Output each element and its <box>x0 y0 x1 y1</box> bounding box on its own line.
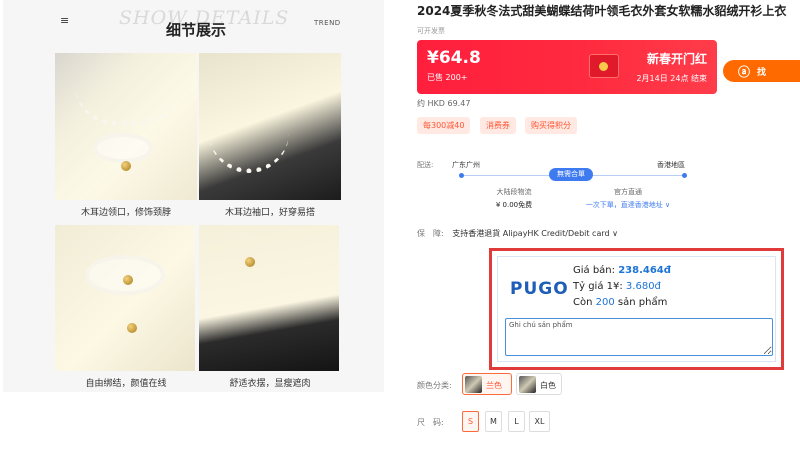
color-thumbnail <box>519 376 536 393</box>
mainland-logistics-fee: ¥ 0.00免费 <box>495 201 533 209</box>
taobao-icon: ⓐ <box>738 65 751 79</box>
ruffle-collar <box>75 85 179 125</box>
ship-from: 广东广州 <box>452 161 480 169</box>
mainland-logistics: 大陆段物流 ¥ 0.00免费 <box>462 187 566 210</box>
button-decoration <box>123 275 133 285</box>
color-option-white[interactable]: 白色 <box>516 373 562 395</box>
coupon-discount[interactable]: 每300减40 <box>417 117 471 134</box>
hem-detail-photo <box>199 225 339 371</box>
no-merge-badge: 無需合單 <box>549 168 593 181</box>
caption-hem: 舒适衣摆，显瘦遮肉 <box>229 379 311 389</box>
route-start-dot <box>459 173 464 178</box>
size-option-l[interactable]: L <box>508 411 525 432</box>
pugo-stock-row: Còn 200 sản phẩm <box>573 297 667 308</box>
size-label: 尺 码: <box>417 418 444 427</box>
mainland-logistics-title: 大陆段物流 <box>496 188 532 196</box>
menu-icon: ≡ <box>60 14 70 27</box>
bow-decoration <box>93 133 153 163</box>
pugo-widget-highlight: PUGO Giá bán: 238.464đ Tỷ giá 1¥: 3.680đ… <box>489 248 784 370</box>
trend-label: TREND <box>314 19 341 27</box>
shipping-label: 配送: <box>417 161 434 169</box>
color-thumbnail <box>465 376 482 393</box>
red-envelope-icon <box>589 54 619 78</box>
hkd-price: 约 HKD 69.47 <box>417 99 471 108</box>
color-option-blue[interactable]: 兰色 <box>462 373 512 395</box>
pugo-stock-value: 200 <box>595 297 615 308</box>
official-direct-title: 官方直通 <box>614 188 642 196</box>
button-decoration <box>121 161 131 171</box>
guarantee-row[interactable]: 保 障: 支持香港退貨 AlipayHK Credit/Debit card ∨ <box>417 228 618 239</box>
guarantee-label: 保 障: <box>417 229 444 238</box>
ship-to: 香港地區 <box>657 161 685 169</box>
size-option-s[interactable]: S <box>462 411 479 432</box>
find-similar-button[interactable]: ⓐ 找 <box>723 60 800 82</box>
caption-cuff: 木耳边袖口，好穿易搭 <box>224 208 315 218</box>
pugo-stock-prefix: Còn <box>573 297 593 308</box>
pugo-rate-label: Tỷ giá 1¥: <box>573 281 623 292</box>
detail-showcase: ≡ SHOW DETAILS 细节展示 TREND 木耳边领口，修饰颈脖 木耳边… <box>3 0 384 392</box>
route-end-dot <box>682 173 687 178</box>
price-banner: ¥64.8 已售 200+ 新春开门红 2月14日 24点 结束 <box>417 40 717 94</box>
price-value: ¥64.8 <box>427 48 481 68</box>
guarantee-text[interactable]: 支持香港退貨 AlipayHK Credit/Debit card ∨ <box>452 229 618 238</box>
pugo-widget: PUGO Giá bán: 238.464đ Tỷ giá 1¥: 3.680đ… <box>497 256 776 362</box>
pugo-stock-suffix: sản phẩm <box>617 297 668 308</box>
official-direct-link[interactable]: 一次下單，直達香港地址 ∨ <box>576 200 680 210</box>
caption-bow: 自由绑结，颜值在线 <box>85 379 167 389</box>
pugo-price-label: Giá bán: <box>573 265 616 276</box>
ruffle-cuff <box>209 133 289 173</box>
color-name: 兰色 <box>486 381 502 390</box>
size-option-xl[interactable]: XL <box>529 411 550 432</box>
official-direct[interactable]: 官方直通 一次下單，直達香港地址 ∨ <box>576 187 680 210</box>
pugo-rate-row: Tỷ giá 1¥: 3.680đ <box>573 281 661 292</box>
button-decoration <box>127 323 137 333</box>
pugo-price-row: Giá bán: 238.464đ <box>573 265 671 276</box>
size-option-m[interactable]: M <box>485 411 502 432</box>
find-label: 找 <box>757 68 767 78</box>
color-label: 颜色分类: <box>417 381 452 390</box>
product-note-input[interactable] <box>505 318 773 356</box>
invoice-note: 可开发票 <box>417 27 445 35</box>
coupon-points[interactable]: 购买得积分 <box>525 117 577 134</box>
bow-detail-photo <box>55 225 195 371</box>
cuff-detail-photo <box>199 53 341 200</box>
detail-title: 细节展示 <box>166 21 227 39</box>
pugo-logo: PUGO <box>510 279 569 299</box>
product-title: 2024夏季秋冬法式甜美蝴蝶结荷叶领毛衣外套女软糯水貂绒开衫上衣 <box>417 4 787 18</box>
sold-count: 已售 200+ <box>427 73 468 82</box>
caption-collar: 木耳边领口，修饰颈脖 <box>80 208 171 218</box>
promo-date: 2月14日 24点 结束 <box>636 74 707 83</box>
collar-detail-photo <box>55 53 197 200</box>
button-decoration <box>245 257 255 267</box>
detail-header: ≡ SHOW DETAILS 细节展示 TREND <box>3 0 384 48</box>
coupon-voucher[interactable]: 消费券 <box>480 117 516 134</box>
color-name: 白色 <box>540 381 556 390</box>
pugo-price-value: 238.464đ <box>618 265 671 276</box>
pugo-rate-value: 3.680đ <box>625 281 661 292</box>
promo-title: 新春开门红 <box>646 52 707 66</box>
